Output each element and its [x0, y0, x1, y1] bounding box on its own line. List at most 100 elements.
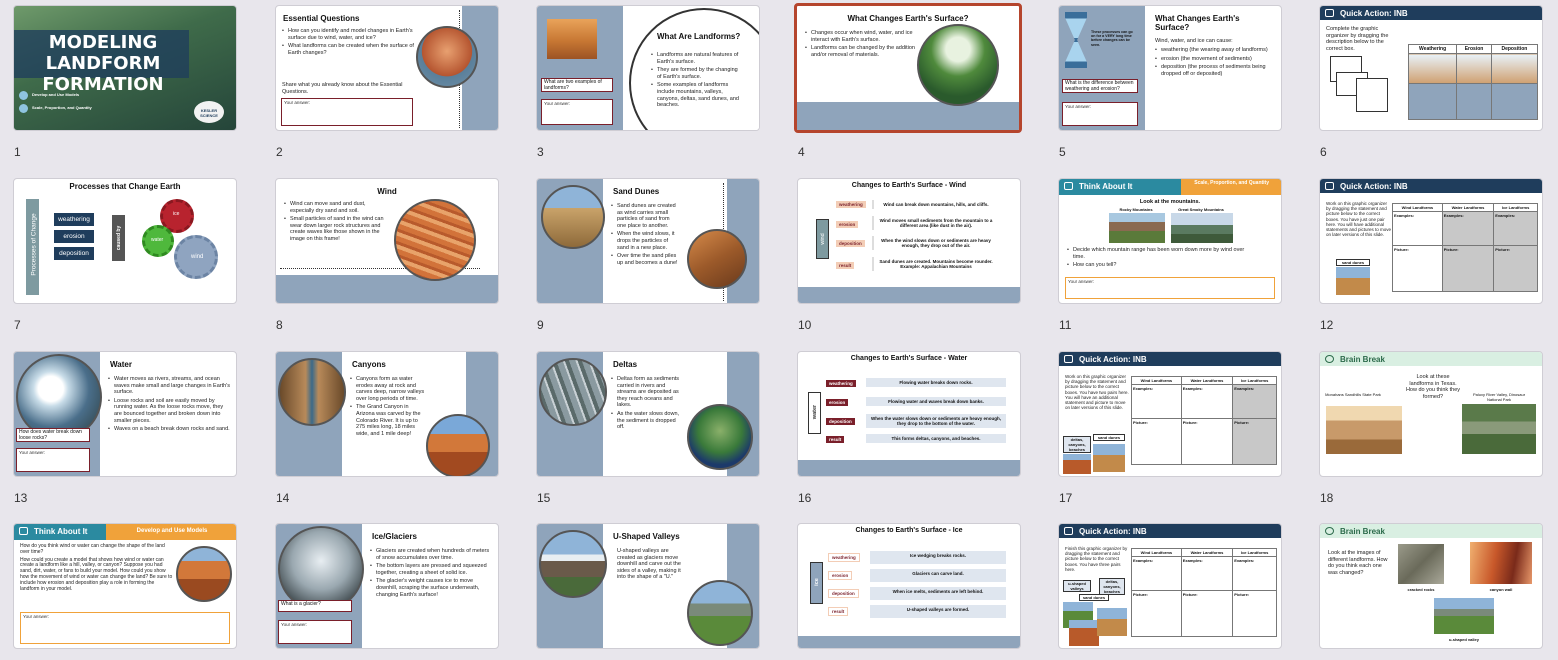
cell[interactable]: Examples:	[1232, 556, 1277, 591]
river-valley-image	[1462, 404, 1536, 454]
answer-box[interactable]: Your answer:	[20, 612, 230, 644]
slide-thumbnail-16[interactable]: Changes to Earth's Surface - Water water…	[797, 351, 1021, 477]
cell[interactable]: Examples:	[1392, 211, 1443, 246]
slide-thumbnail-18[interactable]: Brain Break Look at these landforms in T…	[1319, 351, 1543, 477]
answer-box[interactable]: Your answer:	[278, 620, 352, 644]
question: Look at these landforms in Texas. How do…	[1405, 374, 1461, 400]
cell[interactable]: Examples:	[1232, 384, 1277, 419]
drag-chip[interactable]: deltas, canyons, beaches	[1063, 436, 1091, 453]
cell[interactable]: Picture:	[1232, 418, 1277, 465]
bullet: deposition (the process of sediments bei…	[1155, 64, 1277, 77]
slide-thumbnail-12[interactable]: Quick Action: INB Work on this graphic o…	[1319, 178, 1543, 304]
drag-chip[interactable]: sand dunes	[1336, 259, 1370, 266]
cell[interactable]: Picture:	[1392, 245, 1443, 292]
col-header: Wind Landforms	[1131, 548, 1182, 557]
cell[interactable]: Examples:	[1180, 384, 1234, 419]
arch-image	[416, 26, 478, 88]
cell[interactable]: Examples:	[1131, 384, 1182, 419]
cell[interactable]: Picture:	[1180, 418, 1234, 465]
caption: Paluxy River Valley, Dinosaur National P…	[1472, 392, 1526, 402]
answer-box[interactable]: Your answer:	[541, 99, 613, 125]
slide-thumbnail-5[interactable]: These processes can go on for a VERY lon…	[1058, 5, 1282, 131]
slide-thumbnail-8[interactable]: Wind Wind can move sand and dust, especi…	[275, 178, 499, 304]
slide-thumbnail-1[interactable]: MODELING LANDFORM FORMATION Develop and …	[13, 5, 237, 131]
dune-image-2	[687, 229, 747, 289]
row-text: Glaciers can carve land.	[870, 569, 1006, 582]
brain-icon	[1325, 527, 1334, 535]
bullet: Changes occur when wind, water, and ice …	[805, 30, 915, 43]
slide-thumbnail-20[interactable]: Ice/Glaciers Glaciers are created when h…	[275, 523, 499, 649]
bullet-list: Wind can move sand and dust, especially …	[284, 201, 384, 245]
caption: canyon wall	[1489, 587, 1513, 592]
canyon-wall-image	[1470, 542, 1532, 584]
answer-box[interactable]: Your answer:	[16, 448, 90, 472]
slide-thumbnail-13[interactable]: Water Water moves as rivers, streams, an…	[13, 351, 237, 477]
slide-thumbnail-10[interactable]: Changes to Earth's Surface - Wind wind w…	[797, 178, 1021, 304]
cell[interactable]: Examples:	[1131, 556, 1182, 591]
side-label: wind	[816, 219, 829, 259]
bullet: As the water slows down, the sediment is…	[611, 411, 683, 431]
header-label: Quick Action: INB	[1079, 355, 1147, 364]
dune-picture[interactable]	[1097, 608, 1127, 636]
drag-chip[interactable]: sand dunes	[1093, 434, 1125, 441]
label-deposition: deposition	[836, 240, 865, 247]
slide-thumbnail-19[interactable]: Think About It Develop and Use Models Ho…	[13, 523, 237, 649]
organizer-table: Weathering Erosion Deposition	[1407, 44, 1539, 120]
slide-thumbnail-15[interactable]: Deltas Deltas form as sediments carried …	[536, 351, 760, 477]
cell[interactable]: Examples:	[1441, 211, 1495, 246]
slide-thumbnail-6[interactable]: Quick Action: INB Complete the graphic o…	[1319, 5, 1543, 131]
row-text: This forms deltas, canyons, and beaches.	[866, 434, 1006, 443]
cell[interactable]: Picture:	[1232, 590, 1277, 637]
drag-chip[interactable]: sand dunes	[1079, 594, 1109, 601]
process-deposition: deposition	[54, 247, 94, 260]
side-label: ice	[810, 562, 823, 604]
answer-box[interactable]: Your answer:	[281, 98, 413, 126]
row-text: When the wind slows down or sediments ar…	[872, 236, 998, 250]
slide-thumbnail-24[interactable]: Brain Break Look at the images of differ…	[1319, 523, 1543, 649]
inb-icon	[1325, 182, 1334, 190]
slide-title: Changes to Earth's Surface - Wind	[851, 182, 967, 189]
bullet: Deltas form as sediments carried in rive…	[611, 376, 683, 409]
cell[interactable]: Picture:	[1441, 245, 1495, 292]
slide-title: Changes to Earth's Surface - Water	[850, 355, 968, 362]
dune-picture[interactable]	[1093, 444, 1125, 472]
answer-box[interactable]: Your answer:	[1062, 102, 1138, 126]
question-box: What is a glacier?	[278, 600, 352, 612]
slide-number: 8	[276, 318, 283, 332]
answer-box[interactable]: Your answer:	[1065, 277, 1275, 299]
slide-thumbnail-14[interactable]: Canyons Canyons form as water erodes awa…	[275, 351, 499, 477]
slide-thumbnail-11[interactable]: Think About It Scale, Proportion, and Qu…	[1058, 178, 1282, 304]
cell[interactable]: Picture:	[1493, 245, 1538, 292]
slide-number: 7	[14, 318, 21, 332]
label-result: result	[826, 436, 845, 443]
cell[interactable]: Picture:	[1131, 418, 1182, 465]
slide-thumbnail-22[interactable]: Changes to Earth's Surface - Ice ice wea…	[797, 523, 1021, 649]
bottom-band	[797, 102, 1019, 130]
dune-picture[interactable]	[1336, 267, 1370, 295]
header-label: Brain Break	[1340, 355, 1385, 364]
drag-chip[interactable]: u-shaped valleys	[1063, 580, 1091, 592]
slide-thumbnail-9[interactable]: Sand Dunes Sand dunes are created as win…	[536, 178, 760, 304]
kesler-logo: KESLER SCIENCE	[194, 101, 224, 123]
bullet: U-shaped valleys are created as glaciers…	[617, 548, 681, 581]
slide-thumbnail-3[interactable]: What Are Landforms? Landforms are natura…	[536, 5, 760, 131]
canyon-picture[interactable]	[1063, 454, 1091, 474]
bullet: Sand dunes are created as wind carries s…	[611, 203, 679, 229]
slide-number: 14	[276, 491, 290, 505]
drag-cards[interactable]	[1330, 56, 1390, 116]
cell[interactable]: Picture:	[1180, 590, 1234, 637]
cell[interactable]: Examples:	[1493, 211, 1538, 246]
slide-thumbnail-7[interactable]: Processes that Change Earth Processes of…	[13, 178, 237, 304]
bullet-list: Water moves as rivers, streams, and ocea…	[108, 376, 230, 435]
cell[interactable]: Examples:	[1180, 556, 1234, 591]
cell[interactable]: Picture:	[1131, 590, 1182, 637]
sandhills-image	[1326, 406, 1402, 454]
slide-thumbnail-17[interactable]: Quick Action: INB Work on this graphic o…	[1058, 351, 1282, 477]
canyon-image	[278, 358, 346, 426]
drag-chip[interactable]: deltas, canyons, beaches	[1099, 578, 1125, 595]
slide-thumbnail-23[interactable]: Quick Action: INB Finish this graphic or…	[1058, 523, 1282, 649]
slide-thumbnail-21[interactable]: U-Shaped Valleys U-shaped valleys are cr…	[536, 523, 760, 649]
slide-thumbnail-4[interactable]: What Changes Earth's Surface? Changes oc…	[794, 3, 1022, 133]
canyon-picture[interactable]	[1069, 620, 1099, 646]
slide-thumbnail-2[interactable]: Essential Questions How can you identify…	[275, 5, 499, 131]
